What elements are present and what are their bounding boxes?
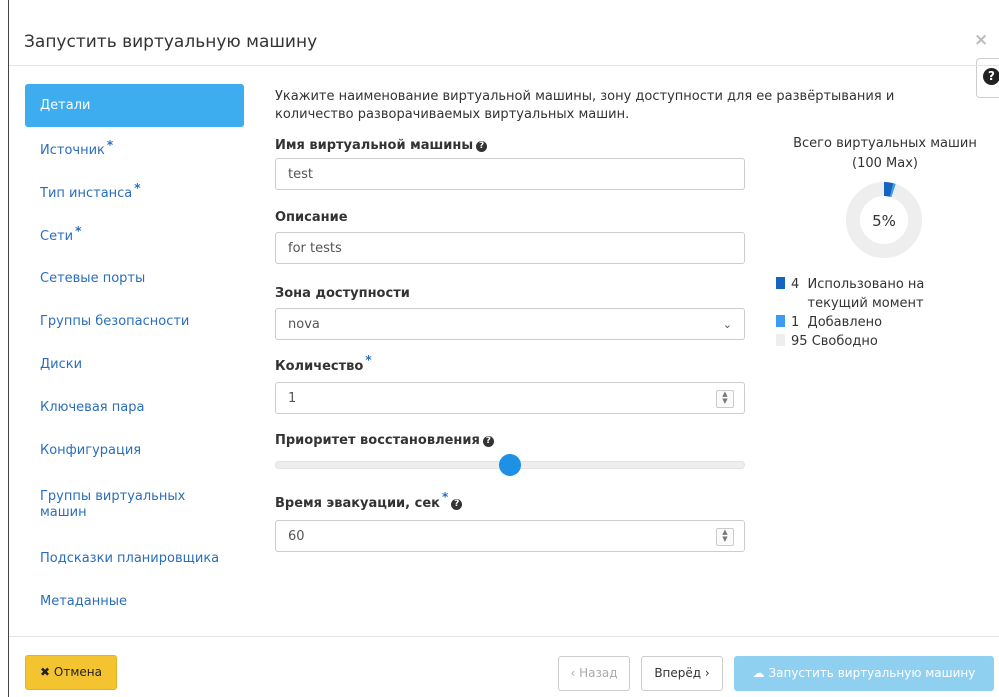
donut-used-segment [883,182,894,197]
next-button-label: Вперёд › [654,666,710,680]
chevron-down-icon: ⌄ [722,318,732,331]
instance-name-value: test [288,167,313,182]
quota-percent: 5% [872,212,896,230]
required-marker: * [134,181,141,195]
recovery-priority-label: Приоритет восстановления? [275,433,494,448]
instance-name-input[interactable]: test [275,158,745,190]
stepper-arrows-icon[interactable]: ▲ ▼ [716,528,734,546]
instance-name-label: Имя виртуальной машины? [275,138,488,153]
launch-instance-button-label: Запустить виртуальную машину [768,666,976,680]
quota-title-line2: (100 Max) [852,156,918,171]
sidebar-item-label: Конфигурация [40,443,142,458]
question-icon: ? [482,436,494,447]
sidebar-item-label: Подсказки планировщика [40,551,220,566]
instance-name-label-text: Имя виртуальной машины [275,138,474,153]
availability-zone-select[interactable]: nova ⌄ [275,308,745,340]
quota-title: Всего виртуальных машин (100 Max) [780,134,990,174]
description-input[interactable]: for tests [275,232,745,264]
legend-free-label: Свободно [811,334,878,349]
legend-used: 4 Использовано на текущий момент [776,275,988,313]
modal-left-border [8,0,9,697]
sidebar-item-label: Источник [40,143,105,158]
description-label-text: Описание [275,210,348,225]
recovery-priority-label-text: Приоритет восстановления [275,433,480,448]
count-label: Количество * [275,353,372,374]
close-icon[interactable]: × [974,30,988,50]
availability-zone-value: nova [288,317,320,332]
back-button-label: ‹ Назад [570,666,618,680]
required-marker: * [106,138,114,152]
footer-divider [9,636,999,637]
sidebar-item-scheduler-hints[interactable]: Подсказки планировщика [25,537,244,580]
description-label: Описание [275,210,348,225]
launch-instance-button[interactable]: ☁ Запустить виртуальную машину [734,656,994,691]
sidebar-item-key-pair[interactable]: Ключевая пара [25,386,244,429]
sidebar-item-label: Сетевые порты [40,271,146,286]
cloud-upload-icon: ☁ [752,666,765,680]
header-divider [9,65,999,66]
intro-text: Укажите наименование виртуальной машины,… [275,89,895,122]
sidebar-item-label: Группы виртуальных машин [40,489,186,520]
evacuation-time-label: Время эвакуации, сек *? [275,490,463,511]
legend-used-value: 4 [791,277,800,292]
description-value: for tests [288,241,342,256]
availability-zone-label-text: Зона доступности [275,286,410,301]
count-label-text: Количество [275,359,364,374]
availability-zone-label: Зона доступности [275,286,410,301]
donut-added-segment [889,183,896,198]
sidebar-item-details[interactable]: Детали [25,84,244,127]
quota-title-line1: Всего виртуальных машин [793,136,977,151]
legend-free: 95 Свободно [776,332,878,351]
legend-added-swatch [776,315,785,327]
legend-free-value: 95 [791,334,808,349]
slider-handle[interactable] [499,454,521,476]
count-stepper[interactable]: 1 ▲ ▼ [275,382,745,414]
next-button[interactable]: Вперёд › [641,656,723,691]
sidebar-item-label: Группы безопасности [40,314,190,329]
cancel-button[interactable]: ✖ Отмена [25,655,117,690]
sidebar-item-disks[interactable]: Диски [25,343,244,386]
legend-used-swatch [776,277,785,289]
help-icon: ? [983,68,999,85]
required-marker: * [441,490,449,504]
back-button[interactable]: ‹ Назад [558,656,630,691]
sidebar-item-server-groups[interactable]: Группы виртуальных машин [25,480,225,523]
cancel-button-label: Отмена [53,665,102,679]
evacuation-time-stepper[interactable]: 60 ▲ ▼ [275,520,745,552]
evacuation-time-label-text: Время эвакуации, сек [275,496,440,511]
sidebar-item-source[interactable]: Источник * [25,128,244,171]
sidebar-item-label: Тип инстанса [40,186,133,201]
quota-donut-chart: 5% [846,182,922,258]
required-marker: * [365,353,372,367]
sidebar-item-label: Метаданные [40,594,127,609]
question-icon: ? [476,141,488,152]
sidebar-item-label: Диски [40,357,83,372]
sidebar-item-label: Детали [40,98,91,113]
legend-free-swatch [776,334,785,346]
legend-added: 1 Добавлено [776,313,882,332]
legend-used-label: Использовано на текущий момент [807,277,925,311]
sidebar-item-network-ports[interactable]: Сетевые порты [25,257,244,300]
sidebar-item-metadata[interactable]: Метаданные [25,580,244,623]
modal-title: Запустить виртуальную машину [24,32,318,52]
evacuation-time-value: 60 [288,529,305,544]
sidebar-item-configuration[interactable]: Конфигурация [25,429,244,472]
count-value: 1 [288,391,297,406]
sidebar-item-label: Сети [40,229,74,244]
question-icon: ? [451,499,463,510]
help-tab[interactable]: ? [976,58,999,98]
sidebar-item-networks[interactable]: Сети * [25,214,244,257]
stepper-arrows-icon[interactable]: ▲ ▼ [716,390,734,408]
legend-added-label: Добавлено [807,315,883,330]
close-icon: ✖ [40,665,51,679]
sidebar-item-security-groups[interactable]: Группы безопасности [25,300,244,343]
sidebar-item-flavor[interactable]: Тип инстанса * [25,171,244,214]
legend-added-value: 1 [791,315,800,330]
sidebar-item-label: Ключевая пара [40,400,145,415]
required-marker: * [75,224,82,238]
